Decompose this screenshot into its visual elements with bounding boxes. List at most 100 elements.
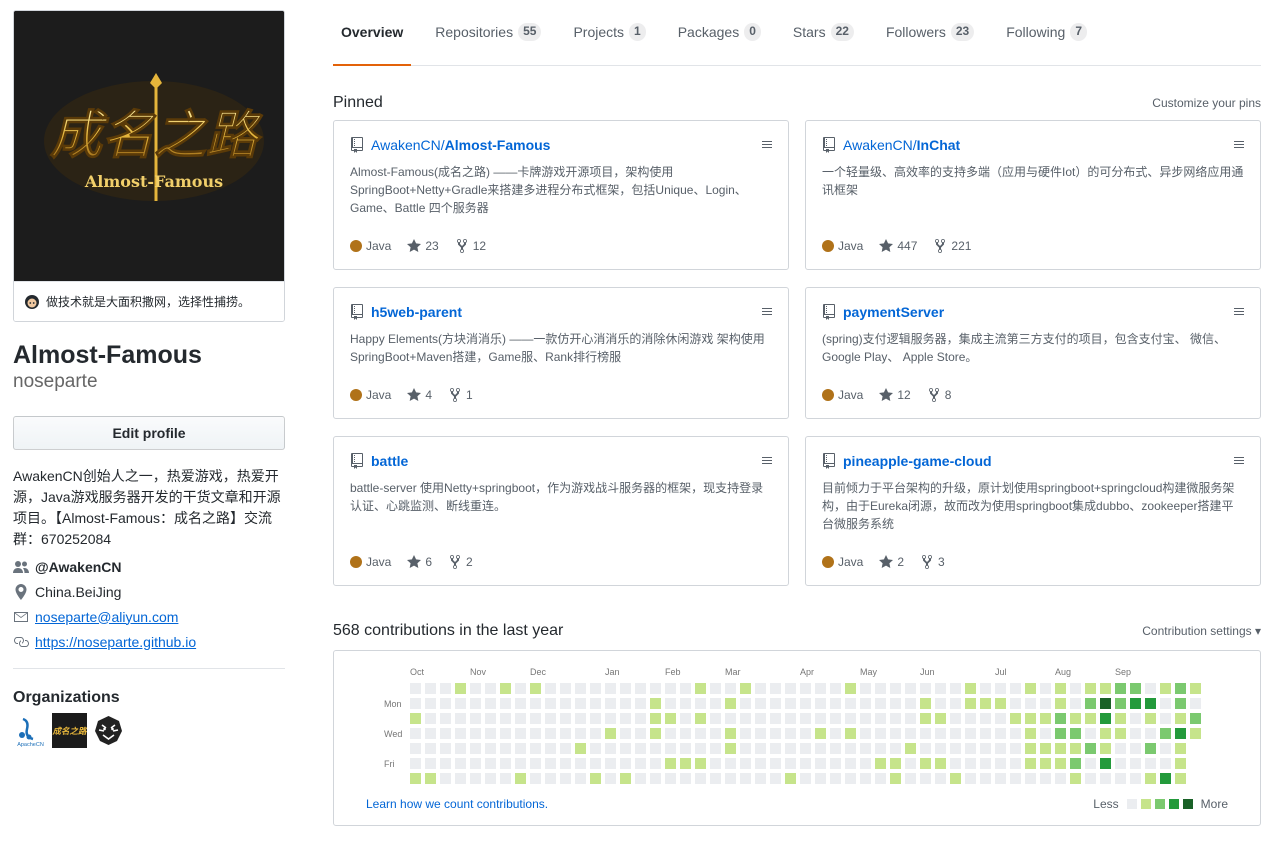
email-link[interactable]: noseparte@aliyun.com (35, 609, 178, 625)
user-status[interactable]: 做技术就是大面积撒网，选择性捕捞。 (14, 281, 284, 321)
contribution-day[interactable] (1145, 758, 1156, 769)
contribution-day[interactable] (410, 683, 421, 694)
contribution-day[interactable] (710, 713, 721, 724)
contribution-day[interactable] (530, 713, 541, 724)
contribution-day[interactable] (545, 743, 556, 754)
contribution-day[interactable] (650, 773, 661, 784)
contribution-day[interactable] (995, 728, 1006, 739)
contribution-day[interactable] (470, 743, 481, 754)
contribution-day[interactable] (815, 698, 826, 709)
contribution-day[interactable] (425, 743, 436, 754)
contribution-day[interactable] (1190, 728, 1201, 739)
contribution-day[interactable] (1160, 713, 1171, 724)
contribution-day[interactable] (815, 728, 826, 739)
contribution-day[interactable] (500, 773, 511, 784)
contribution-day[interactable] (890, 728, 901, 739)
contribution-day[interactable] (695, 773, 706, 784)
contribution-day[interactable] (425, 683, 436, 694)
contribution-day[interactable] (875, 758, 886, 769)
contribution-settings-dropdown[interactable]: Contribution settings ▾ (1142, 624, 1261, 638)
contribution-day[interactable] (740, 683, 751, 694)
contribution-day[interactable] (875, 713, 886, 724)
contribution-day[interactable] (905, 758, 916, 769)
contribution-day[interactable] (500, 743, 511, 754)
contribution-day[interactable] (1190, 713, 1201, 724)
pinned-repo-link[interactable]: AwakenCN/Almost-Famous (371, 137, 550, 153)
contribution-day[interactable] (1055, 713, 1066, 724)
contribution-day[interactable] (965, 773, 976, 784)
contribution-day[interactable] (905, 773, 916, 784)
contribution-day[interactable] (1130, 758, 1141, 769)
edit-profile-button[interactable]: Edit profile (13, 416, 285, 450)
contribution-day[interactable] (425, 773, 436, 784)
contribution-day[interactable] (545, 773, 556, 784)
pinned-repo-forks[interactable]: 3 (920, 554, 945, 570)
contribution-day[interactable] (455, 758, 466, 769)
drag-handle-icon[interactable] (1234, 308, 1244, 317)
drag-handle-icon[interactable] (762, 308, 772, 317)
contribution-day[interactable] (515, 698, 526, 709)
contribution-day[interactable] (695, 743, 706, 754)
contribution-day[interactable] (875, 698, 886, 709)
contribution-day[interactable] (1025, 743, 1036, 754)
contribution-day[interactable] (575, 758, 586, 769)
contribution-day[interactable] (950, 728, 961, 739)
tab-repositories[interactable]: Repositories 55 (427, 0, 549, 65)
contribution-day[interactable] (590, 698, 601, 709)
contribution-day[interactable] (1085, 758, 1096, 769)
contribution-day[interactable] (725, 773, 736, 784)
contribution-day[interactable] (1190, 698, 1201, 709)
contribution-day[interactable] (605, 743, 616, 754)
contribution-day[interactable] (740, 758, 751, 769)
contribution-day[interactable] (410, 713, 421, 724)
contribution-day[interactable] (815, 713, 826, 724)
contribution-day[interactable] (1145, 743, 1156, 754)
contribution-day[interactable] (965, 698, 976, 709)
contribution-day[interactable] (830, 758, 841, 769)
contribution-day[interactable] (590, 713, 601, 724)
org-avatar-tiger[interactable] (91, 713, 126, 748)
pinned-repo-link[interactable]: battle (371, 453, 408, 469)
contribution-day[interactable] (950, 698, 961, 709)
contribution-day[interactable] (1100, 713, 1111, 724)
contribution-day[interactable] (650, 758, 661, 769)
contribution-day[interactable] (665, 713, 676, 724)
contribution-day[interactable] (575, 743, 586, 754)
contribution-day[interactable] (1115, 773, 1126, 784)
contribution-day[interactable] (635, 743, 646, 754)
contribution-day[interactable] (530, 683, 541, 694)
contribution-day[interactable] (695, 728, 706, 739)
contribution-day[interactable] (995, 713, 1006, 724)
contribution-day[interactable] (800, 773, 811, 784)
contribution-day[interactable] (1085, 713, 1096, 724)
contribution-day[interactable] (710, 758, 721, 769)
pinned-repo-stars[interactable]: 12 (879, 387, 911, 403)
pinned-repo-stars[interactable]: 4 (407, 387, 432, 403)
contribution-day[interactable] (1010, 683, 1021, 694)
contribution-day[interactable] (860, 773, 871, 784)
tab-stars[interactable]: Stars 22 (785, 0, 862, 65)
contribution-day[interactable] (620, 743, 631, 754)
contribution-day[interactable] (860, 728, 871, 739)
contribution-day[interactable] (635, 728, 646, 739)
contribution-day[interactable] (1085, 728, 1096, 739)
contribution-day[interactable] (905, 698, 916, 709)
avatar[interactable]: 成名之路 Almost-Famous (14, 11, 284, 281)
contribution-day[interactable] (680, 758, 691, 769)
contribution-day[interactable] (770, 743, 781, 754)
pinned-repo-forks[interactable]: 8 (927, 387, 951, 403)
contribution-day[interactable] (1130, 713, 1141, 724)
contribution-day[interactable] (650, 683, 661, 694)
contribution-day[interactable] (1175, 683, 1186, 694)
contribution-day[interactable] (770, 728, 781, 739)
contribution-day[interactable] (455, 743, 466, 754)
contribution-day[interactable] (785, 728, 796, 739)
contribution-day[interactable] (530, 698, 541, 709)
contribution-day[interactable] (980, 773, 991, 784)
contribution-day[interactable] (1040, 758, 1051, 769)
contribution-day[interactable] (485, 743, 496, 754)
contribution-day[interactable] (845, 698, 856, 709)
contribution-day[interactable] (845, 713, 856, 724)
contribution-day[interactable] (665, 728, 676, 739)
contribution-day[interactable] (845, 773, 856, 784)
